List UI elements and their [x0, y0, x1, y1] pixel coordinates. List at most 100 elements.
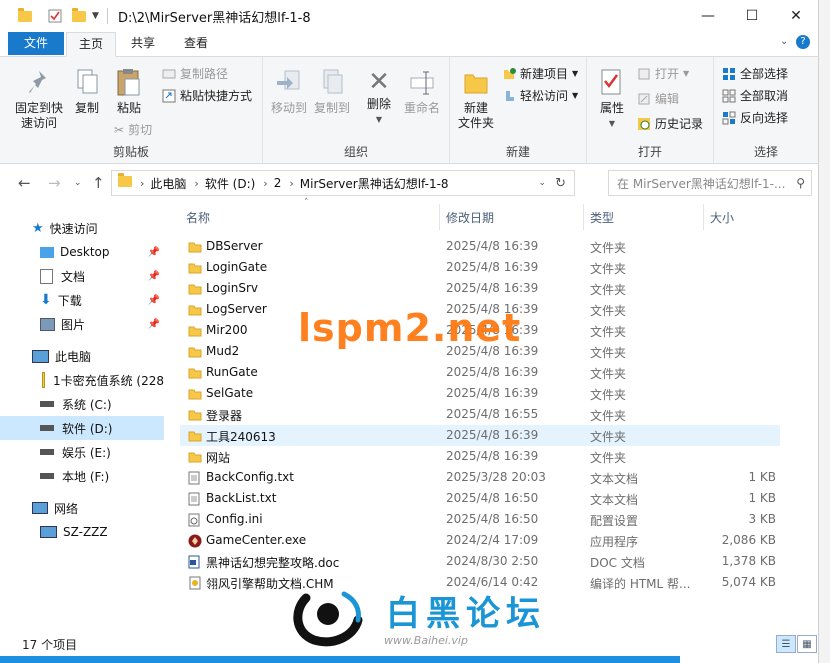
- nav-item-downloads[interactable]: ⬇ 下载 📌: [0, 288, 164, 312]
- details-view-icon[interactable]: ☰: [776, 635, 796, 653]
- select-none-button[interactable]: 全部取消: [722, 87, 788, 104]
- file-row[interactable]: RunGate 2025/4/8 16:39 文件夹: [180, 362, 780, 383]
- file-type: 文本文档: [590, 493, 639, 507]
- breadcrumb-sep-icon[interactable]: ›: [263, 177, 267, 190]
- pin-icon[interactable]: 📌: [148, 295, 160, 306]
- up-arrow-icon[interactable]: ↑: [92, 174, 105, 192]
- minimize-button[interactable]: —: [686, 0, 730, 32]
- move-to-button[interactable]: 移动到: [267, 67, 311, 116]
- large-icons-view-icon[interactable]: ▦: [797, 635, 817, 653]
- file-row[interactable]: LoginGate 2025/4/8 16:39 文件夹: [180, 257, 780, 278]
- copy-button[interactable]: 复制: [70, 67, 104, 116]
- new-item-button[interactable]: 新建项目 ▼: [502, 65, 578, 82]
- column-header-type[interactable]: 类型: [584, 204, 704, 230]
- nav-item-documents[interactable]: 文档 📌: [0, 264, 164, 288]
- column-header-size[interactable]: 大小: [704, 204, 780, 230]
- nav-item-label: 图片: [61, 317, 86, 332]
- nav-quick-access[interactable]: ★ 快速访问: [0, 216, 164, 240]
- nav-drive-item[interactable]: 系统 (C:): [0, 392, 164, 416]
- delete-button[interactable]: ✕ 删除 ▼: [359, 67, 399, 127]
- file-row[interactable]: 登录器 2025/4/8 16:55 文件夹: [180, 404, 780, 425]
- rename-button[interactable]: 重命名: [399, 67, 445, 116]
- breadcrumb-sep-icon[interactable]: ›: [140, 177, 144, 190]
- nav-drive-item[interactable]: 娱乐 (E:): [0, 440, 164, 464]
- nav-this-pc[interactable]: 此电脑: [0, 344, 164, 368]
- history-button[interactable]: 历史记录: [637, 115, 703, 132]
- copy-to-button[interactable]: 复制到: [311, 67, 353, 116]
- file-row[interactable]: DBServer 2025/4/8 16:39 文件夹: [180, 236, 780, 257]
- search-icon[interactable]: ⚲: [796, 176, 805, 190]
- pin-quick-access-button[interactable]: 固定到快 速访问: [8, 67, 70, 131]
- delete-dropdown-icon[interactable]: ▼: [359, 112, 399, 127]
- history-icon: [638, 117, 650, 130]
- properties-button[interactable]: 属性 ▼: [591, 67, 633, 131]
- copy-path-label: 复制路径: [180, 67, 229, 81]
- nav-network-host[interactable]: SZ-ZZZ: [0, 520, 164, 544]
- nav-network[interactable]: 网络: [0, 496, 164, 520]
- paste-shortcut-button[interactable]: 粘贴快捷方式: [162, 87, 252, 104]
- forward-arrow-icon[interactable]: →: [48, 174, 61, 192]
- search-input[interactable]: 在 MirServer黑神话幻想lf-1-... ⚲: [608, 170, 812, 196]
- star-icon: ★: [32, 220, 44, 236]
- file-row[interactable]: 工具240613 2025/4/8 16:39 文件夹: [180, 425, 780, 446]
- cut-button[interactable]: ✂ 剪切: [114, 121, 152, 138]
- back-arrow-icon[interactable]: ←: [18, 174, 31, 192]
- nav-drive-item-selected[interactable]: 软件 (D:): [0, 416, 164, 440]
- paste-button[interactable]: 粘贴: [108, 67, 150, 116]
- tab-view[interactable]: 查看: [172, 32, 220, 55]
- nav-drive-label: 本地 (F:): [62, 469, 110, 484]
- quick-access-dropdown-icon[interactable]: ▼: [92, 6, 99, 26]
- new-folder-quick-icon[interactable]: [72, 6, 86, 26]
- properties-check-icon[interactable]: [48, 6, 62, 26]
- address-dropdown-icon[interactable]: ⌄: [538, 178, 546, 188]
- tab-home[interactable]: 主页: [66, 32, 116, 57]
- invert-selection-button[interactable]: 反向选择: [722, 109, 788, 126]
- breadcrumb-sep-icon[interactable]: ›: [194, 177, 198, 190]
- file-row[interactable]: SelGate 2025/4/8 16:39 文件夹: [180, 383, 780, 404]
- file-row[interactable]: LoginSrv 2025/4/8 16:39 文件夹: [180, 278, 780, 299]
- file-row[interactable]: GameCenter.exe 2024/2/4 17:09 应用程序 2,086 KB: [180, 530, 780, 551]
- tab-share[interactable]: 共享: [120, 32, 166, 55]
- file-row[interactable]: Config.ini 2025/4/8 16:50 配置设置 3 KB: [180, 509, 780, 530]
- group-organize: 移动到 复制到 ✕ 删除 ▼ 重命名 组织: [263, 57, 450, 163]
- pin-icon[interactable]: 📌: [148, 247, 160, 258]
- address-bar[interactable]: › 此电脑 › 软件 (D:) › 2 › MirServer黑神话幻想lf-1…: [111, 170, 575, 196]
- nav-drive-item[interactable]: 1卡密充值系统 (228: [0, 368, 164, 392]
- breadcrumb-mirserver[interactable]: MirServer黑神话幻想lf-1-8: [300, 175, 449, 192]
- nav-item-desktop[interactable]: Desktop 📌: [0, 240, 164, 264]
- help-icon[interactable]: ?: [796, 35, 810, 49]
- edit-button[interactable]: 编辑: [637, 90, 679, 107]
- nav-drive-item[interactable]: 本地 (F:): [0, 464, 164, 488]
- easy-access-button[interactable]: 轻松访问 ▼: [502, 87, 578, 104]
- copy-path-button[interactable]: 复制路径: [162, 65, 228, 82]
- maximize-button[interactable]: ☐: [730, 0, 774, 32]
- pin-icon[interactable]: 📌: [148, 319, 160, 330]
- tab-file[interactable]: 文件: [8, 32, 64, 55]
- easy-access-dropdown-icon: ▼: [572, 91, 579, 100]
- file-size: 2,086 KB: [721, 533, 776, 547]
- file-date: 2025/4/8 16:39: [446, 386, 539, 400]
- properties-dropdown-icon[interactable]: ▼: [591, 116, 633, 131]
- breadcrumb-drive-d[interactable]: 软件 (D:): [205, 175, 255, 192]
- ribbon: 固定到快 速访问 复制 粘贴 复制路径 粘贴快捷方式 ✂ 剪切 剪贴板 移动到 …: [0, 57, 818, 164]
- doc-file-icon: [188, 555, 200, 572]
- breadcrumb-folder-2[interactable]: 2: [274, 176, 282, 190]
- column-header-name[interactable]: 名称: [180, 204, 440, 230]
- file-row[interactable]: 网站 2025/4/8 16:39 文件夹: [180, 446, 780, 467]
- open-button[interactable]: 打开 ▼: [637, 65, 689, 82]
- file-row[interactable]: 黑神话幻想完整攻略.doc 2024/8/30 2:50 DOC 文档 1,378 K…: [180, 551, 780, 572]
- file-date: 2025/4/8 16:39: [446, 365, 539, 379]
- nav-item-pictures[interactable]: 图片 📌: [0, 312, 164, 336]
- refresh-icon[interactable]: ↻: [555, 176, 566, 191]
- new-folder-button[interactable]: 新建 文件夹: [454, 67, 498, 131]
- column-header-date[interactable]: 修改日期: [440, 204, 584, 230]
- collapse-ribbon-icon[interactable]: ⌄: [780, 36, 788, 47]
- close-button[interactable]: ✕: [774, 0, 818, 32]
- file-row[interactable]: BackList.txt 2025/4/8 16:50 文本文档 1 KB: [180, 488, 780, 509]
- breadcrumb-sep-icon[interactable]: ›: [289, 177, 293, 190]
- breadcrumb-this-pc[interactable]: 此电脑: [150, 175, 186, 192]
- select-all-button[interactable]: 全部选择: [722, 65, 788, 82]
- file-row[interactable]: BackConfig.txt 2025/3/28 20:03 文本文档 1 KB: [180, 467, 780, 488]
- pin-icon[interactable]: 📌: [148, 271, 160, 282]
- recent-locations-icon[interactable]: ⌄: [74, 178, 82, 188]
